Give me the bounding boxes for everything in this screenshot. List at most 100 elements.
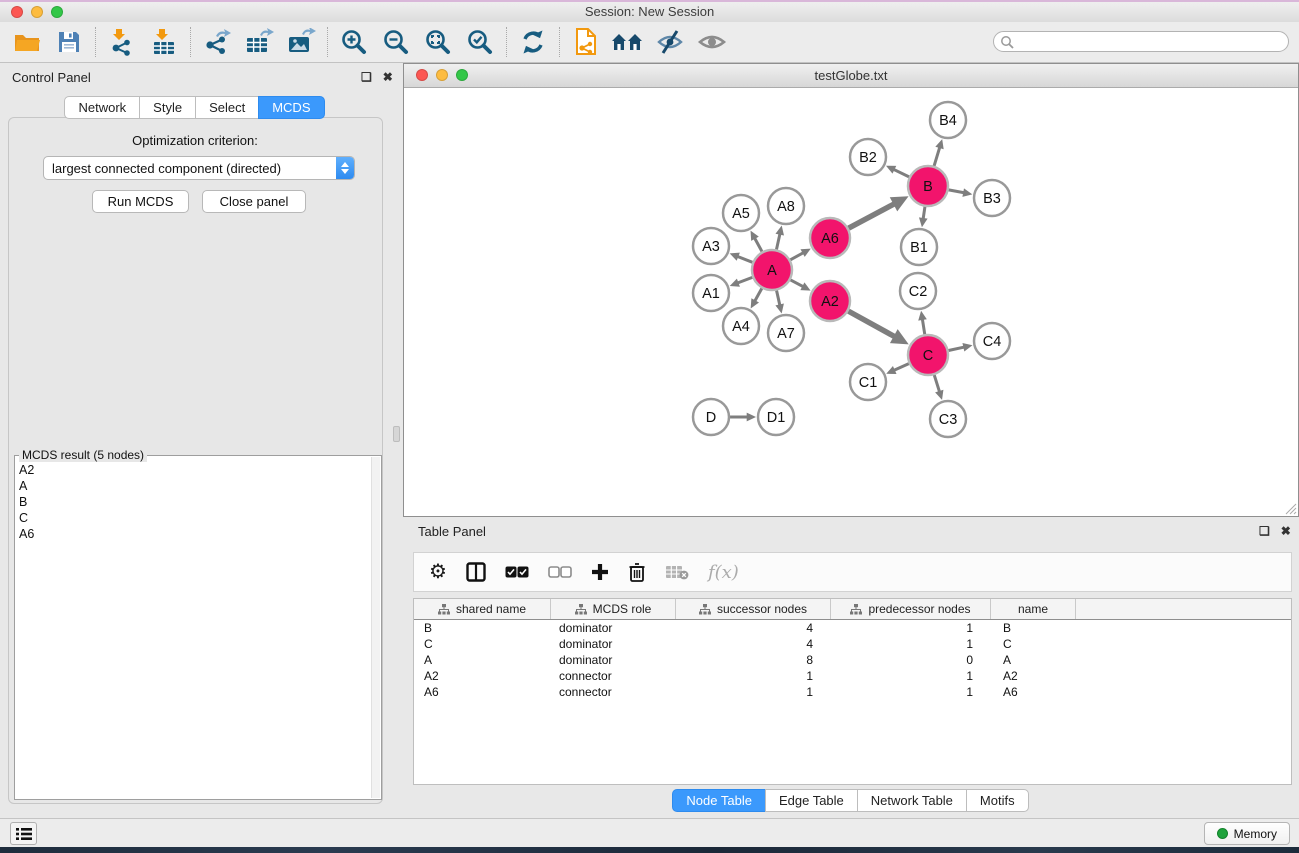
close-network-button[interactable]	[416, 69, 428, 81]
close-panel-icon[interactable]: ✖	[1281, 524, 1291, 538]
node-A4[interactable]: A4	[723, 308, 759, 344]
network-canvas[interactable]: B4B2BB3A5A8A6A3B1AA1C2A2A4A7C4CC1C3DD1	[404, 88, 1298, 516]
column-header-predecessor-nodes[interactable]: predecessor nodes	[831, 599, 991, 619]
delete-table-button[interactable]	[665, 564, 689, 580]
edge-A6-B[interactable]	[849, 204, 895, 228]
eye-button[interactable]	[691, 25, 733, 59]
node-A6[interactable]: A6	[810, 218, 850, 258]
node-D[interactable]: D	[693, 399, 729, 435]
node-C3[interactable]: C3	[930, 401, 966, 437]
deselect-all-button[interactable]	[548, 566, 572, 578]
node-A5[interactable]: A5	[723, 195, 759, 231]
column-header-shared-name[interactable]: shared name	[414, 599, 551, 619]
memory-button[interactable]: Memory	[1204, 822, 1290, 845]
main-titlebar[interactable]: Session: New Session	[0, 2, 1299, 22]
zoom-out-button[interactable]	[375, 25, 417, 59]
edge-A-A5[interactable]	[755, 238, 762, 252]
import-network-button[interactable]	[101, 25, 143, 59]
table-row[interactable]: A6connector11A6	[414, 684, 1291, 700]
node-A2[interactable]: A2	[810, 281, 850, 321]
table-options-button[interactable]: ⚙	[429, 562, 447, 582]
node-C[interactable]: C	[908, 335, 948, 375]
node-A7[interactable]: A7	[768, 315, 804, 351]
tab-network[interactable]: Network	[64, 96, 140, 119]
table-row[interactable]: A2connector11A2	[414, 668, 1291, 684]
column-header-name[interactable]: name	[991, 599, 1076, 619]
network-window-titlebar[interactable]: testGlobe.txt	[404, 64, 1298, 88]
edge-B-B4[interactable]	[934, 147, 940, 166]
criterion-dropdown[interactable]: largest connected component (directed)	[43, 156, 355, 180]
save-session-button[interactable]	[48, 25, 90, 59]
result-item[interactable]: A	[19, 478, 367, 494]
show-hide-graphics-button[interactable]	[649, 25, 691, 59]
run-mcds-button[interactable]: Run MCDS	[92, 190, 189, 213]
minimize-network-button[interactable]	[436, 69, 448, 81]
column-header-successor-nodes[interactable]: successor nodes	[676, 599, 831, 619]
column-visibility-button[interactable]	[466, 562, 486, 582]
function-builder-button[interactable]: f(x)	[708, 562, 739, 583]
import-table-button[interactable]	[143, 25, 185, 59]
zoom-fit-button[interactable]	[417, 25, 459, 59]
tab-select[interactable]: Select	[195, 96, 259, 119]
zoom-in-button[interactable]	[333, 25, 375, 59]
node-B1[interactable]: B1	[901, 229, 937, 265]
edge-B-B3[interactable]	[949, 190, 965, 193]
add-column-button[interactable]	[591, 563, 609, 581]
zoom-network-button[interactable]	[456, 69, 468, 81]
edge-A-A4[interactable]	[755, 288, 762, 301]
edge-A-A7[interactable]	[777, 290, 780, 305]
tab-network-table[interactable]: Network Table	[857, 789, 967, 812]
result-item[interactable]: C	[19, 510, 367, 526]
edge-A-A3[interactable]	[737, 256, 752, 262]
select-all-button[interactable]	[505, 566, 529, 578]
export-image-button[interactable]	[280, 25, 322, 59]
edge-C-C1[interactable]	[894, 364, 909, 371]
show-task-history-button[interactable]	[10, 822, 37, 845]
column-header-mcds-role[interactable]: MCDS role	[551, 599, 676, 619]
tab-mcds[interactable]: MCDS	[258, 96, 324, 119]
node-B[interactable]: B	[908, 166, 948, 206]
result-item[interactable]: A2	[19, 462, 367, 478]
node-A1[interactable]: A1	[693, 275, 729, 311]
home-button[interactable]	[607, 25, 649, 59]
edge-B-B2[interactable]	[893, 169, 909, 177]
float-panel-icon[interactable]: ❏	[1259, 524, 1270, 538]
mcds-result-list[interactable]: A2ABCA6	[19, 462, 367, 542]
edge-A-A8[interactable]	[776, 234, 779, 250]
tab-style[interactable]: Style	[139, 96, 196, 119]
node-C4[interactable]: C4	[974, 323, 1010, 359]
minimize-window-button[interactable]	[31, 6, 43, 18]
edge-A-A1[interactable]	[737, 277, 752, 283]
edge-C-C4[interactable]	[949, 347, 965, 350]
result-item[interactable]: B	[19, 494, 367, 510]
close-panel-button[interactable]: Close panel	[202, 190, 306, 213]
edge-B-B1[interactable]	[923, 207, 925, 219]
node-A8[interactable]: A8	[768, 188, 804, 224]
table-row[interactable]: Cdominator41C	[414, 636, 1291, 652]
close-window-button[interactable]	[11, 6, 23, 18]
result-item[interactable]: A6	[19, 526, 367, 542]
tab-edge-table[interactable]: Edge Table	[765, 789, 858, 812]
tab-node-table[interactable]: Node Table	[672, 789, 766, 812]
edge-A-A6[interactable]	[790, 253, 803, 260]
float-panel-icon[interactable]: ❏	[361, 70, 372, 84]
export-network-button[interactable]	[196, 25, 238, 59]
delete-column-button[interactable]	[628, 562, 646, 582]
close-panel-icon[interactable]: ✖	[383, 70, 393, 84]
refresh-button[interactable]	[512, 25, 554, 59]
open-session-button[interactable]	[6, 25, 48, 59]
node-A[interactable]: A	[752, 250, 792, 290]
node-B3[interactable]: B3	[974, 180, 1010, 216]
split-pane-grip[interactable]	[393, 426, 400, 442]
export-table-button[interactable]	[238, 25, 280, 59]
node-A3[interactable]: A3	[693, 228, 729, 264]
search-input[interactable]	[1018, 33, 1288, 50]
edge-A-A2[interactable]	[791, 280, 804, 287]
node-B4[interactable]: B4	[930, 102, 966, 138]
node-B2[interactable]: B2	[850, 139, 886, 175]
table-row[interactable]: Adominator80A	[414, 652, 1291, 668]
edge-C-C2[interactable]	[922, 319, 924, 334]
zoom-selected-button[interactable]	[459, 25, 501, 59]
zoom-window-button[interactable]	[51, 6, 63, 18]
search-field[interactable]	[993, 31, 1289, 52]
